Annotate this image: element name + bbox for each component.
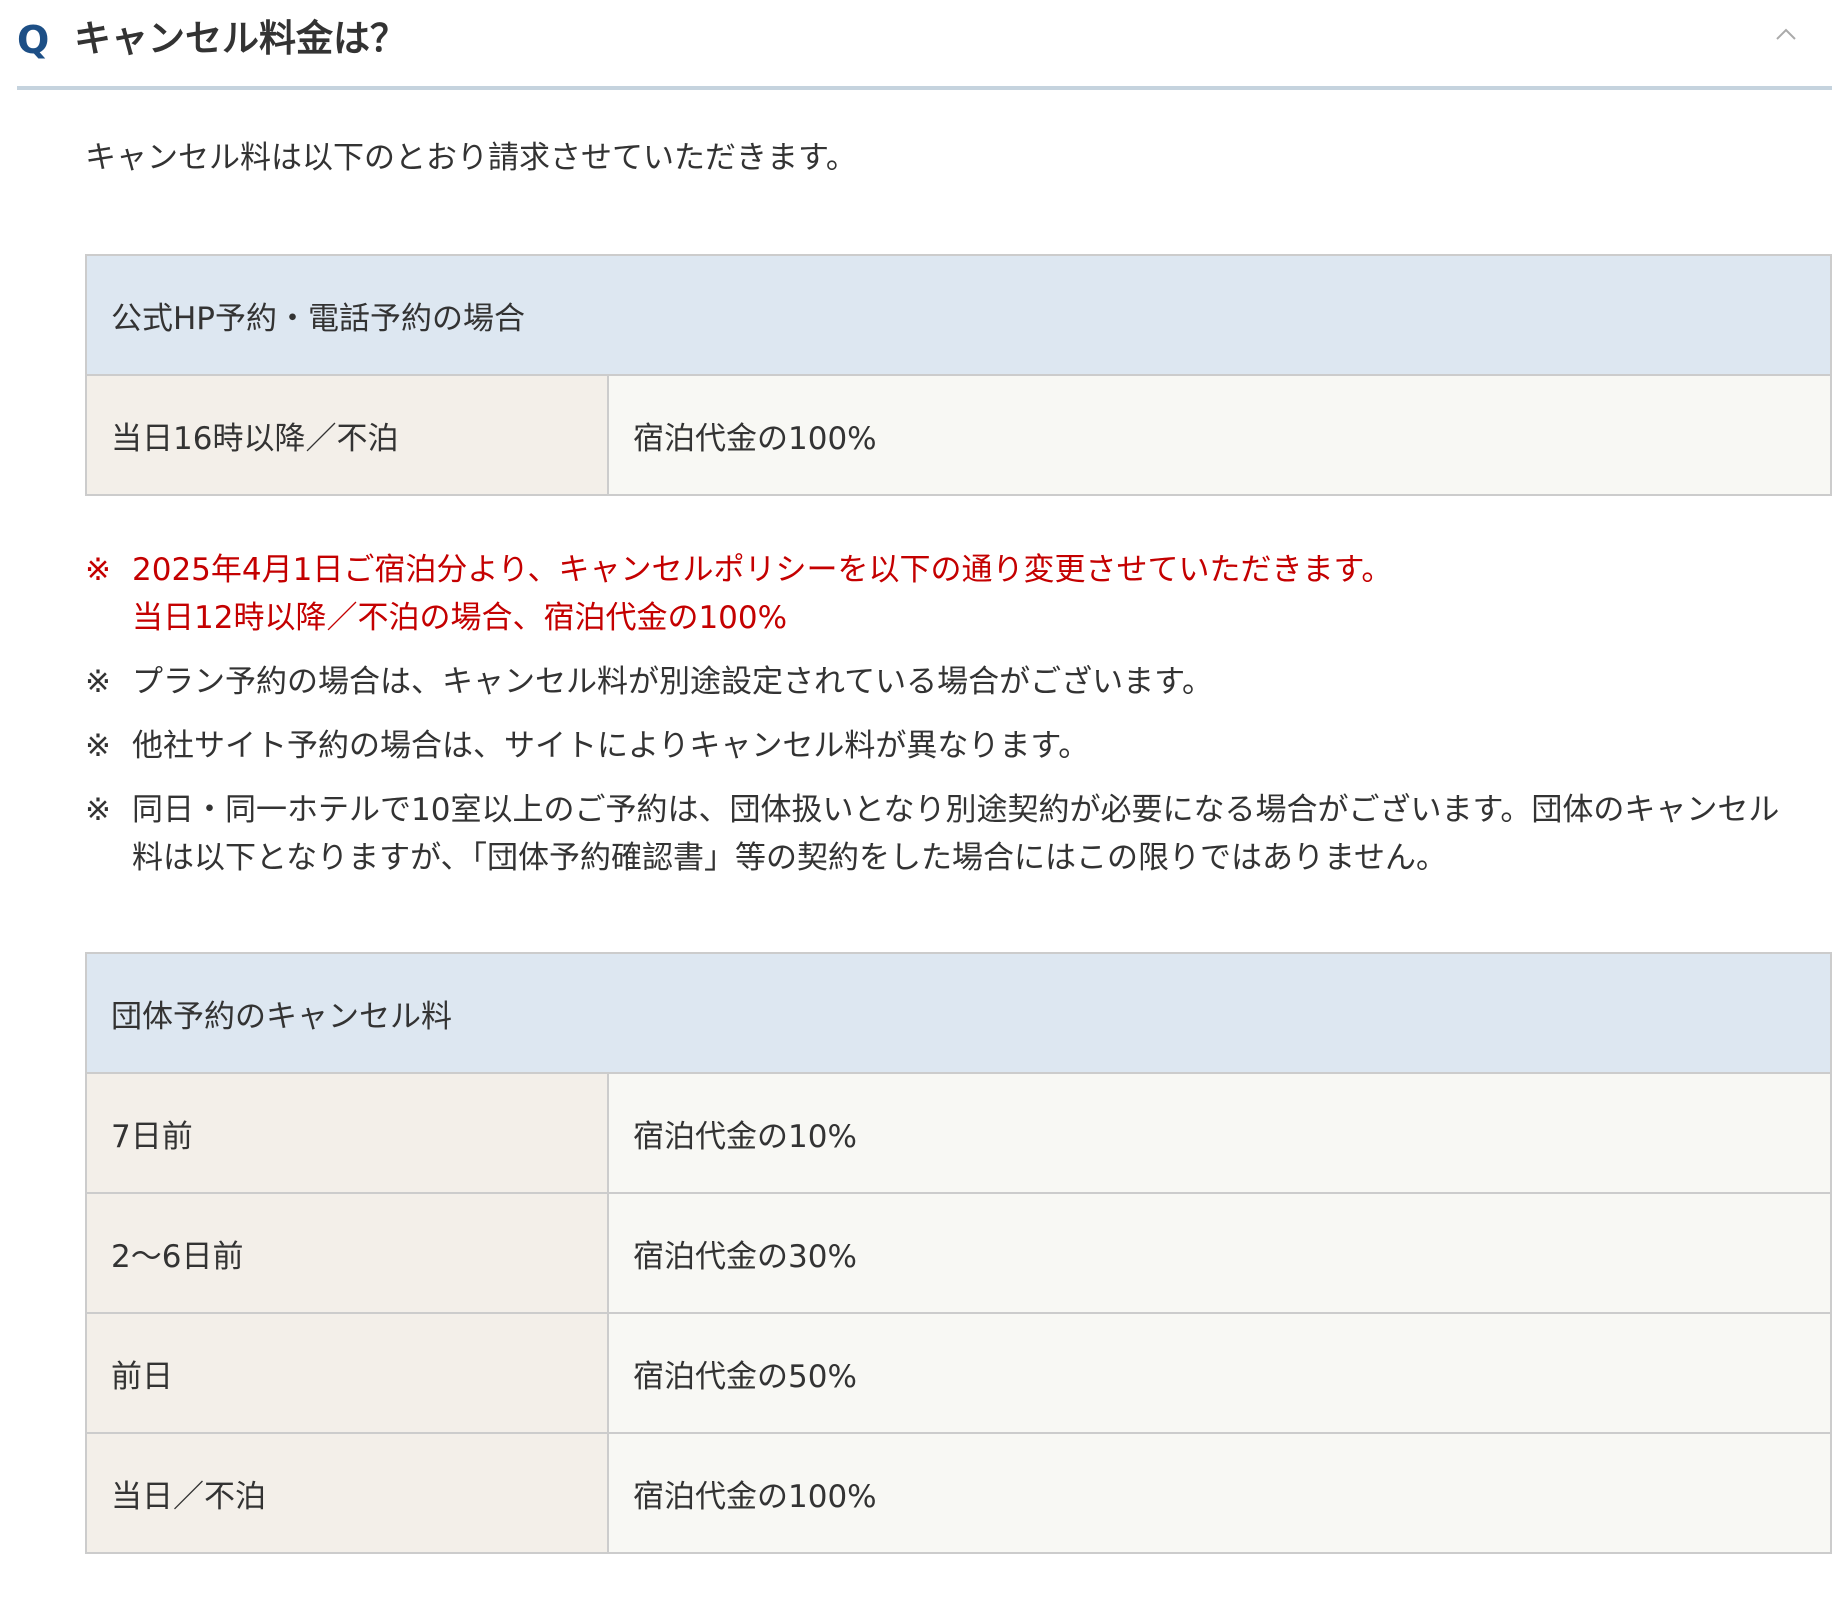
note-line: 他社サイト予約の場合は、サイトによりキャンセル料が異なります。 [132, 728, 1090, 764]
table-header: 団体予約のキャンセル料 [85, 952, 1832, 1074]
table-row: 2〜6日前 宿泊代金の30% [85, 1192, 1832, 1314]
note-policy-change: ※ 2025年4月1日ご宿泊分より、キャンセルポリシーを以下の通り変更させていた… [85, 546, 1832, 642]
q-mark: Q [17, 18, 50, 62]
note-line: 当日12時以降／不泊の場合、宿泊代金の100% [132, 600, 788, 636]
note-mark: ※ [85, 664, 111, 700]
note-line: 2025年4月1日ご宿泊分より、キャンセルポリシーを以下の通り変更させていただき… [132, 552, 1393, 588]
table-row: 7日前 宿泊代金の10% [85, 1072, 1832, 1194]
note-other-sites: ※ 他社サイト予約の場合は、サイトによりキャンセル料が異なります。 [85, 722, 1832, 770]
chevron-up-icon[interactable] [1770, 20, 1802, 48]
note-group: ※ 同日・同一ホテルで10室以上のご予約は、団体扱いとなり別途契約が必要になる場… [85, 786, 1832, 882]
question-title[interactable]: キャンセル料金は？ [74, 14, 407, 64]
table-cell-value: 宿泊代金の100% [607, 374, 1832, 496]
table-cell-label: 当日／不泊 [85, 1432, 609, 1554]
answer-intro: キャンセル料は以下のとおり請求させていただきます。 [85, 140, 857, 176]
note-plan: ※ プラン予約の場合は、キャンセル料が別途設定されている場合がございます。 [85, 658, 1832, 706]
table-cell-value: 宿泊代金の10% [607, 1072, 1832, 1194]
note-mark: ※ [85, 792, 111, 828]
note-mark: ※ [85, 728, 111, 764]
table-row: 前日 宿泊代金の50% [85, 1312, 1832, 1434]
group-cancel-table: 団体予約のキャンセル料 7日前 宿泊代金の10% 2〜6日前 宿泊代金の30% … [85, 952, 1832, 1554]
table-cell-value: 宿泊代金の30% [607, 1192, 1832, 1314]
note-line: プラン予約の場合は、キャンセル料が別途設定されている場合がございます。 [132, 664, 1213, 700]
table-cell-label: 2〜6日前 [85, 1192, 609, 1314]
faq-page: Q キャンセル料金は？ キャンセル料は以下のとおり請求させていただきます。 公式… [0, 0, 1841, 1599]
table-row: 当日／不泊 宿泊代金の100% [85, 1432, 1832, 1554]
official-cancel-table: 公式HP予約・電話予約の場合 当日16時以降／不泊 宿泊代金の100% [85, 254, 1832, 496]
notes-list: ※ 2025年4月1日ご宿泊分より、キャンセルポリシーを以下の通り変更させていた… [85, 546, 1832, 898]
table-cell-label: 当日16時以降／不泊 [85, 374, 609, 496]
faq-question-header[interactable]: Q キャンセル料金は？ [17, 0, 1832, 90]
table-cell-label: 7日前 [85, 1072, 609, 1194]
table-cell-label: 前日 [85, 1312, 609, 1434]
note-mark: ※ [85, 552, 111, 588]
table-cell-value: 宿泊代金の50% [607, 1312, 1832, 1434]
table-row: 当日16時以降／不泊 宿泊代金の100% [85, 374, 1832, 496]
note-line: 同日・同一ホテルで10室以上のご予約は、団体扱いとなり別途契約が必要になる場合が… [132, 792, 1780, 828]
table-header: 公式HP予約・電話予約の場合 [85, 254, 1832, 376]
note-line: 料は以下となりますが、「団体予約確認書」等の契約をした場合にはこの限りではありま… [132, 840, 1448, 876]
table-cell-value: 宿泊代金の100% [607, 1432, 1832, 1554]
